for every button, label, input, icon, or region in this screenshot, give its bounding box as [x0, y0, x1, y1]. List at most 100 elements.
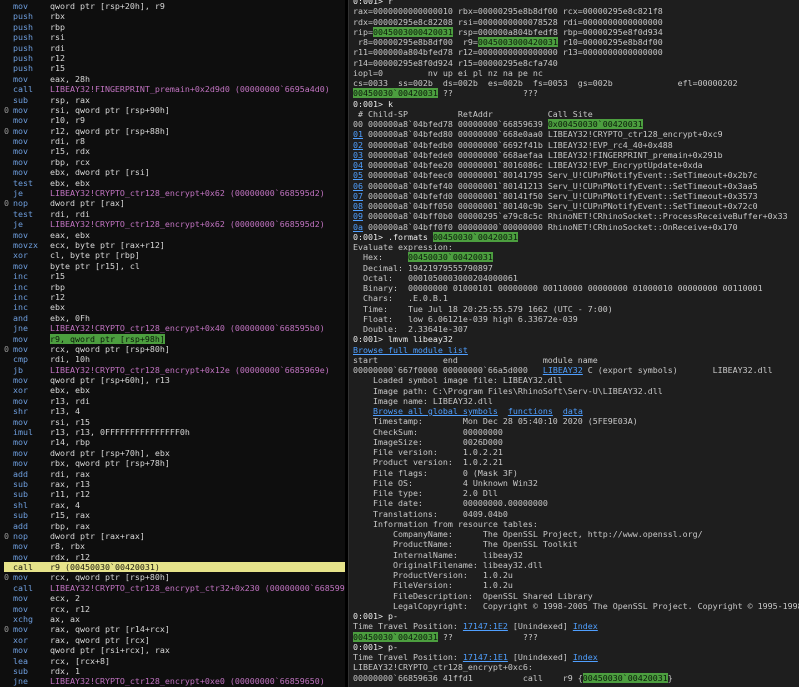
asm-line[interactable]: push rbx: [4, 11, 345, 21]
asm-line[interactable]: mov qword ptr [rsi+rcx], rax: [4, 645, 345, 655]
console-link[interactable]: Browse all global symbols: [373, 406, 498, 416]
console-link[interactable]: 09: [353, 211, 363, 221]
asm-line[interactable]: call LIBEAY32!CRYPTO_ctr128_encrypt_ctr32…: [4, 583, 345, 593]
console-line: LIBEAY32!CRYPTO_ctr128_encrypt+0xc6:: [353, 662, 799, 672]
asm-line[interactable]: sub rsp, rax: [4, 95, 345, 105]
asm-operands: eax, 28h: [50, 73, 90, 84]
asm-line[interactable]: mov ecx, 2: [4, 593, 345, 603]
console-link[interactable]: 05: [353, 170, 363, 180]
asm-line[interactable]: lea rcx, [rcx+8]: [4, 656, 345, 666]
asm-line[interactable]: cmp rdi, 10h: [4, 354, 345, 364]
asm-line[interactable]: mov qword ptr [rsp+60h], r13: [4, 375, 345, 385]
asm-line[interactable]: xchg ax, ax: [4, 614, 345, 624]
asm-line[interactable]: mov r14, rbp: [4, 437, 345, 447]
console-link[interactable]: 07: [353, 191, 363, 201]
asm-line[interactable]: mov rdi, r8: [4, 136, 345, 146]
console-link[interactable]: 06: [353, 181, 363, 191]
console-link[interactable]: Browse full module list: [353, 345, 468, 355]
asm-line[interactable]: call r9 (00450030`00420031): [4, 562, 345, 573]
asm-operands: rdx, r12: [50, 551, 90, 562]
asm-line[interactable]: push rbp: [4, 22, 345, 32]
asm-line[interactable]: add rbp, rax: [4, 521, 345, 531]
asm-mnemonic: je: [13, 188, 23, 199]
asm-line[interactable]: mov rbp, rcx: [4, 157, 345, 167]
asm-line[interactable]: mov r13, rdi: [4, 396, 345, 406]
asm-line[interactable]: inc ebx: [4, 302, 345, 312]
asm-line[interactable]: jb LIBEAY32!CRYPTO_ctr128_encrypt+0x12e (…: [4, 365, 345, 375]
asm-line[interactable]: inc rbp: [4, 282, 345, 292]
asm-line[interactable]: push rsi: [4, 32, 345, 42]
asm-line[interactable]: shl rax, 4: [4, 500, 345, 510]
console-text: 00000000`667f0000 00000000`66a5d000: [353, 365, 543, 375]
asm-line[interactable]: mov r15, rdx: [4, 146, 345, 156]
asm-line[interactable]: mov qword ptr [rsp+20h], r9: [4, 1, 345, 11]
asm-line[interactable]: sub rdx, 1: [4, 666, 345, 676]
asm-line[interactable]: mov r9, qword ptr [rsp+98h]: [4, 333, 345, 344]
asm-line[interactable]: movzx ecx, byte ptr [rax+r12]: [4, 240, 345, 250]
asm-line[interactable]: mov rsi, r15: [4, 417, 345, 427]
asm-line[interactable]: mov r8, rbx: [4, 541, 345, 551]
asm-operands: rdi, 10h: [50, 354, 90, 365]
console-link[interactable]: data: [563, 406, 583, 416]
asm-line[interactable]: mov r10, r9: [4, 115, 345, 125]
console-link[interactable]: 17147:1E2: [463, 621, 508, 631]
asm-line[interactable]: 0 nop dword ptr [rax]: [4, 198, 345, 208]
asm-line[interactable]: sub r15, rax: [4, 510, 345, 520]
asm-line[interactable]: mov rbx, qword ptr [rsp+78h]: [4, 458, 345, 468]
console-link[interactable]: 02: [353, 140, 363, 150]
console-link[interactable]: 01: [353, 129, 363, 139]
asm-operands: rcx, qword ptr [rsp+80h]: [50, 343, 170, 354]
asm-line[interactable]: 0 mov rcx, qword ptr [rsp+80h]: [4, 344, 345, 354]
asm-line[interactable]: shr r13, 4: [4, 406, 345, 416]
asm-line[interactable]: je LIBEAY32!CRYPTO_ctr128_encrypt+0x62 (0…: [4, 219, 345, 229]
asm-mnemonic: xchg: [13, 614, 33, 625]
asm-line[interactable]: mov byte ptr [r15], cl: [4, 261, 345, 271]
asm-line[interactable]: mov rcx, r12: [4, 604, 345, 614]
asm-line[interactable]: inc r12: [4, 292, 345, 302]
asm-line[interactable]: 0 mov rsi, qword ptr [rsp+90h]: [4, 105, 345, 115]
asm-line[interactable]: 0 mov r12, qword ptr [rsp+88h]: [4, 126, 345, 136]
asm-mnemonic: mov: [13, 343, 28, 354]
console-link[interactable]: 17147:1E1: [463, 652, 508, 662]
asm-line[interactable]: mov rdx, r12: [4, 552, 345, 562]
asm-line[interactable]: 0 mov rcx, qword ptr [rsp+80h]: [4, 572, 345, 582]
asm-line[interactable]: imul r13, r13, 0FFFFFFFFFFFFFFF0h: [4, 427, 345, 437]
asm-line[interactable]: sub rax, r13: [4, 479, 345, 489]
asm-line[interactable]: 0 nop dword ptr [rax+rax]: [4, 531, 345, 541]
asm-line[interactable]: push rdi: [4, 43, 345, 53]
asm-line[interactable]: and ebx, 0Fh: [4, 313, 345, 323]
console-link[interactable]: functions: [508, 406, 553, 416]
asm-line[interactable]: jne LIBEAY32!CRYPTO_ctr128_encrypt+0xe0 (…: [4, 676, 345, 686]
asm-line[interactable]: push r12: [4, 53, 345, 63]
asm-line[interactable]: xor rax, qword ptr [rcx]: [4, 635, 345, 645]
asm-line[interactable]: mov eax, 28h: [4, 74, 345, 84]
asm-line[interactable]: push r15: [4, 63, 345, 73]
console-link[interactable]: 0a: [353, 222, 363, 232]
asm-line[interactable]: xor ebx, ebx: [4, 385, 345, 395]
disassembly-panel[interactable]: mov qword ptr [rsp+20h], r9 push rbx push rbp…: [0, 0, 345, 687]
asm-line[interactable]: call LIBEAY32!FINGERPRINT_premain+0x2d9d0…: [4, 84, 345, 94]
asm-line[interactable]: test rdi, rdi: [4, 209, 345, 219]
asm-line[interactable]: sub r11, r12: [4, 489, 345, 499]
console-link[interactable]: 08: [353, 201, 363, 211]
console-link[interactable]: Index: [573, 652, 598, 662]
asm-line[interactable]: inc r15: [4, 271, 345, 281]
console-link[interactable]: 03: [353, 150, 363, 160]
console-link[interactable]: Index: [573, 621, 598, 631]
asm-line[interactable]: test ebx, ebx: [4, 178, 345, 188]
asm-line[interactable]: mov eax, ebx: [4, 230, 345, 240]
asm-line[interactable]: jne LIBEAY32!CRYPTO_ctr128_encrypt+0x40 (…: [4, 323, 345, 333]
command-output-panel[interactable]: 0:001> r rax=0000000000000010 rbx=0000029…: [349, 0, 799, 687]
asm-operands: rax, 4: [50, 499, 80, 510]
asm-line[interactable]: xor cl, byte ptr [rbp]: [4, 250, 345, 260]
asm-symbol: LIBEAY32!CRYPTO_ctr128_encrypt+0x62 (000…: [50, 188, 325, 199]
console-line: Browse full module list: [353, 345, 799, 355]
asm-line[interactable]: mov dword ptr [rsp+70h], ebx: [4, 448, 345, 458]
console-link[interactable]: 04: [353, 160, 363, 170]
asm-line[interactable]: je LIBEAY32!CRYPTO_ctr128_encrypt+0x62 (0…: [4, 188, 345, 198]
console-text: iopl=0 nv up ei pl nz na pe nc: [353, 67, 543, 78]
asm-line[interactable]: mov ebx, dword ptr [rsi]: [4, 167, 345, 177]
asm-line[interactable]: 0 mov rax, qword ptr [r14+rcx]: [4, 624, 345, 634]
console-link[interactable]: LIBEAY32: [543, 365, 583, 375]
asm-line[interactable]: add rdi, rax: [4, 469, 345, 479]
